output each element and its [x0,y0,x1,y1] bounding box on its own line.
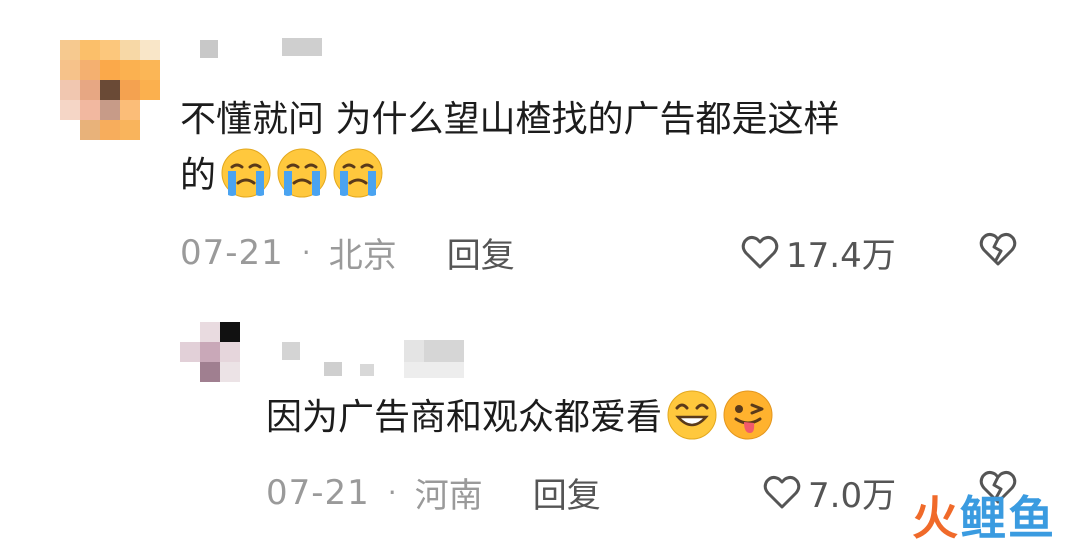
watermark-part1: 火 [912,491,960,545]
reply-text: 因为广告商和观众都爱看 [266,397,663,438]
meta-separator: · [301,236,311,269]
reply-button[interactable]: 回复 [447,228,515,277]
grin-emoji-icon [667,390,717,440]
meta-separator: · [387,476,397,509]
avatar[interactable] [180,322,240,382]
like-button[interactable]: 17.4万 [740,228,896,277]
like-count: 17.4万 [786,236,896,276]
comment-meta: 07-21 · 河南 回复 [266,468,601,517]
watermark-part2: 鲤鱼 [960,491,1056,545]
comment-meta: 07-21 · 北京 回复 [180,228,515,277]
heart-icon [763,475,801,508]
username-blurred[interactable] [200,38,325,58]
comment-text-line2-wrap: 的 [180,148,839,204]
reply-text-wrap: 因为广告商和观众都爱看 [266,390,774,446]
comment-text: 不懂就问 为什么望山楂找的广告都是这样 的 [180,92,839,204]
comment-text-line2: 的 [180,155,217,196]
like-button[interactable]: 7.0万 [762,468,896,517]
comment-location: 北京 [328,236,397,276]
heart-icon [741,235,779,268]
comment-date: 07-21 [180,232,284,273]
crying-emoji-icon [221,148,271,198]
tongue-wink-emoji-icon [723,390,773,440]
crying-emoji-icon [277,148,327,198]
like-count: 7.0万 [808,476,897,516]
username-blurred[interactable] [282,340,472,380]
crying-emoji-icon [333,148,383,198]
comment-location: 河南 [414,476,483,516]
watermark: 火鲤鱼 [912,482,1056,548]
comment-text-line1: 不懂就问 为什么望山楂找的广告都是这样 [180,99,840,140]
broken-heart-icon[interactable] [978,230,1018,270]
comment-date: 07-21 [266,472,370,513]
reply-button[interactable]: 回复 [533,468,601,517]
avatar[interactable] [60,40,160,140]
